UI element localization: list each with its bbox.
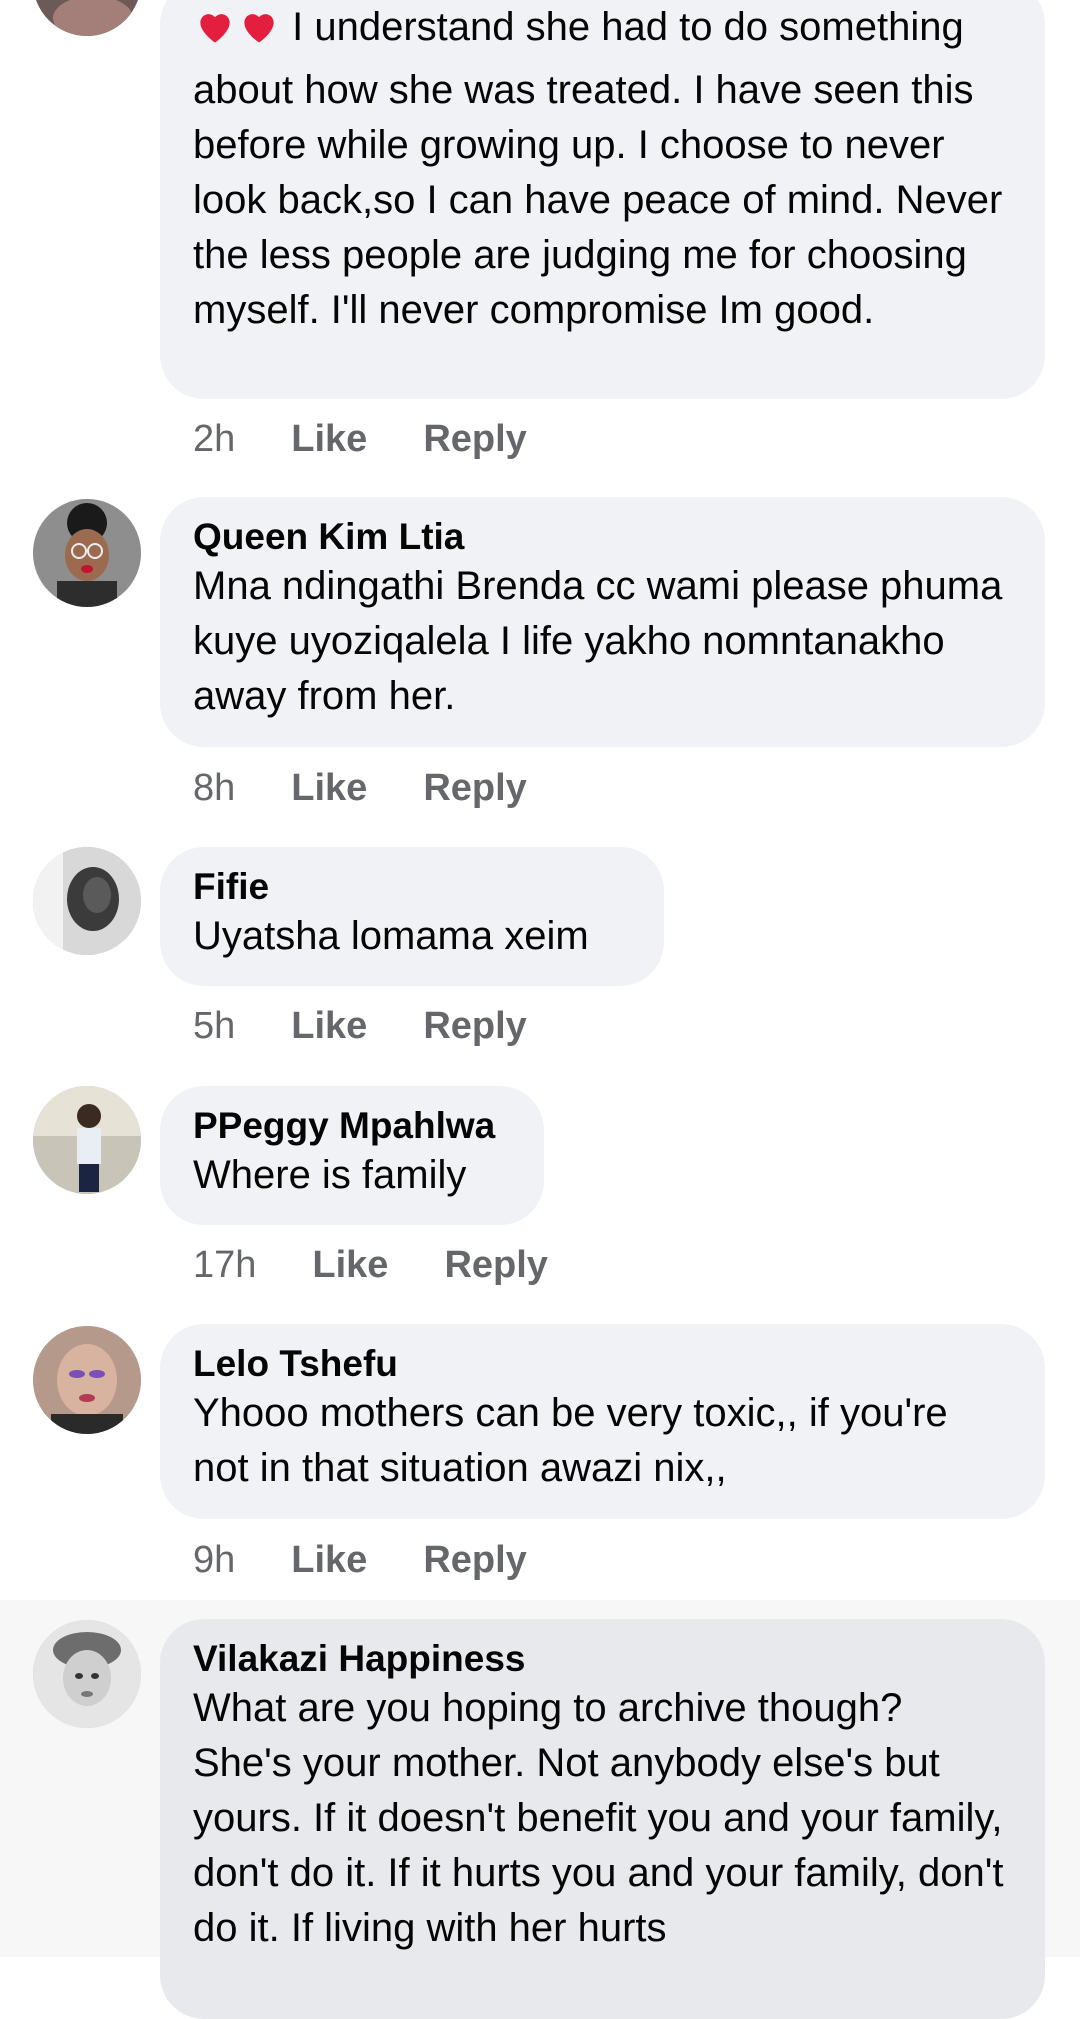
comment-text: Uyatsha lomama xeim [193, 914, 589, 958]
comment-bubble: I understand she had to do something abo… [160, 0, 1045, 399]
comment-text: Mna ndingathi Brenda cc wami please phum… [193, 564, 1003, 718]
comment-bubble: Fifie Uyatsha lomama xeim [160, 847, 664, 986]
comment-actions: 9h Like Reply [193, 1538, 527, 1582]
heart-emoji-icon [237, 4, 281, 63]
comment-bubble: PPeggy Mpahlwa Where is family [160, 1086, 544, 1225]
avatar-image [33, 1086, 141, 1194]
comment-bubble: Lelo Tshefu Yhooo mothers can be very to… [160, 1324, 1045, 1519]
commenter-name[interactable]: Queen Kim Ltia [193, 515, 1012, 559]
avatar[interactable] [33, 1086, 141, 1194]
comment-text: Where is family [193, 1153, 467, 1197]
comment-actions: 2h Like Reply [193, 417, 527, 461]
commenter-name[interactable]: PPeggy Mpahlwa [193, 1104, 511, 1148]
avatar-image [33, 499, 141, 607]
comment-text: What are you hoping to archive though? S… [193, 1686, 1004, 1950]
comment-text: Yhooo mothers can be very toxic,, if you… [193, 1391, 948, 1490]
comment-actions: 5h Like Reply [193, 1004, 527, 1048]
heart-emoji-icon [193, 4, 237, 63]
like-button[interactable]: Like [312, 1243, 388, 1287]
like-button[interactable]: Like [291, 1538, 367, 1582]
comment-time: 5h [193, 1005, 236, 1047]
comment-bubble: Vilakazi Happiness What are you hoping t… [160, 1619, 1045, 2019]
commenter-name[interactable]: Lelo Tshefu [193, 1342, 1012, 1386]
commenter-name[interactable]: Fifie [193, 865, 631, 909]
like-button[interactable]: Like [291, 417, 367, 461]
comment-actions: 17h Like Reply [193, 1243, 548, 1287]
commenter-name[interactable]: Vilakazi Happiness [193, 1637, 1012, 1681]
reply-button[interactable]: Reply [423, 417, 526, 461]
avatar-image [33, 1326, 141, 1434]
highlighted-comment: Vilakazi Happiness What are you hoping t… [0, 1600, 1080, 2019]
comment-time: 8h [193, 767, 236, 809]
avatar[interactable] [33, 847, 141, 955]
reply-button[interactable]: Reply [444, 1243, 547, 1287]
comment-bubble: Queen Kim Ltia Mna ndingathi Brenda cc w… [160, 497, 1045, 747]
avatar[interactable] [33, 1620, 141, 1728]
comment-text: I understand she had to do something abo… [193, 4, 1003, 332]
avatar[interactable] [33, 499, 141, 607]
comment-time: 9h [193, 1539, 236, 1581]
comment-time: 2h [193, 418, 236, 460]
reply-button[interactable]: Reply [423, 1004, 526, 1048]
comment-time: 17h [193, 1244, 257, 1286]
reply-button[interactable]: Reply [423, 766, 526, 810]
comment-actions: 8h Like Reply [193, 766, 527, 810]
like-button[interactable]: Like [291, 766, 367, 810]
avatar-image [33, 847, 141, 955]
avatar[interactable] [33, 0, 141, 36]
reply-button[interactable]: Reply [423, 1538, 526, 1582]
avatar[interactable] [33, 1326, 141, 1434]
avatar-image [33, 1620, 141, 1728]
like-button[interactable]: Like [291, 1004, 367, 1048]
avatar-image [33, 0, 141, 36]
